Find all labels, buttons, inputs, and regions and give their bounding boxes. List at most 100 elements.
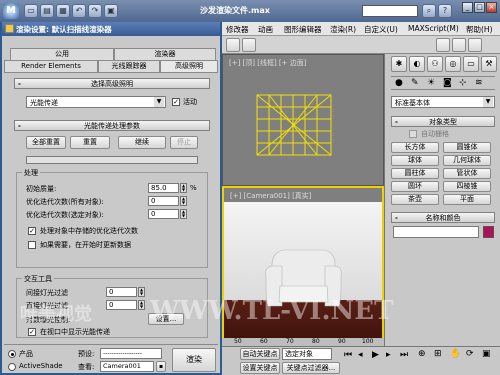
torus-button[interactable]: 圆环 [391,181,439,192]
zoom-all-icon[interactable]: ⊞ [434,349,442,359]
tab-render-elements[interactable]: Render Elements [4,60,98,72]
tab-raytracer[interactable]: 光线跟踪器 [98,60,160,72]
cone-button[interactable]: 圆锥体 [443,142,491,153]
redo-icon[interactable]: ↷ [88,4,102,18]
pan-icon[interactable]: ✋ [450,349,461,359]
cameras-icon[interactable]: ◙ [443,78,452,88]
tab-renderer[interactable]: 渲染器 [114,48,216,60]
maximize-icon[interactable]: □ [474,2,485,13]
new-file-icon[interactable]: ▭ [24,4,38,18]
active-checkbox[interactable]: ✓ [172,98,180,106]
menu-item-animation[interactable]: 动画 [258,24,273,35]
create-tab-icon[interactable]: ✱ [391,56,407,72]
hierarchy-tab-icon[interactable]: ⚇ [427,56,443,72]
refine-all-spinner[interactable]: 0 ▲ ▼ [148,196,188,206]
spinner-arrows-icon[interactable]: ▲ ▼ [180,183,187,193]
store-refine-checkbox[interactable]: ✓ [28,227,36,235]
utilities-tab-icon[interactable]: ⚒ [481,56,497,72]
menu-item-customize[interactable]: 自定义(U) [364,24,398,35]
tab-advanced-lighting[interactable]: 高级照明 [160,60,218,72]
indirect-filter-spinner[interactable]: 0 ▲ ▼ [106,287,146,297]
pyramid-button[interactable]: 四棱锥 [443,181,491,192]
stop-button[interactable]: 停止 [170,136,198,149]
spinner-arrows-icon[interactable]: ▲ ▼ [138,300,145,310]
shapes-icon[interactable]: ✎ [411,78,419,88]
sphere-button[interactable]: 球体 [391,155,439,166]
key-filters-button[interactable]: 关键点过滤器... [282,362,340,374]
display-in-viewport-checkbox[interactable]: ✓ [28,328,36,336]
direct-filter-spinner[interactable]: 0 ▲ ▼ [106,300,146,310]
geometry-icon[interactable]: ● [395,78,403,88]
render-frame-icon[interactable] [436,38,450,52]
previous-frame-icon[interactable]: ◂ [358,350,363,360]
go-to-end-icon[interactable]: ⏭ [400,350,408,360]
lock-icon[interactable]: ▪ [156,361,166,372]
spinner-arrows-icon[interactable]: ▲ ▼ [180,209,187,219]
project-folder-icon[interactable]: ▣ [104,4,118,18]
go-to-start-icon[interactable]: ⏮ [344,350,352,360]
menu-item-modifiers[interactable]: 修改器 [226,24,249,35]
menu-item-graph-editors[interactable]: 图形编辑器 [284,24,322,35]
viewport-label[interactable]: [+] [顶] [线框] [+ 边面] [229,58,306,68]
tab-common[interactable]: 公用 [10,48,114,60]
search-input[interactable] [362,5,418,17]
object-color-swatch[interactable] [483,226,494,238]
chevron-down-icon[interactable]: ▼ [154,97,164,107]
lights-icon[interactable]: ☀ [427,78,435,88]
name-color-rollout[interactable]: - 名称和颜色 [391,212,495,223]
geosphere-button[interactable]: 几何球体 [443,155,491,166]
product-radio[interactable] [8,350,16,358]
dialog-title-bar[interactable]: 渲染设置: 默认扫描线渲染器 [2,22,220,36]
render-setup-icon[interactable] [226,38,240,52]
menu-item-help[interactable]: 帮助(H) [466,24,493,35]
reset-button[interactable]: 重置 [70,136,110,149]
set-key-button[interactable]: 设置关键点 [240,362,280,374]
space-warps-icon[interactable]: ≋ [475,78,483,88]
chevron-down-icon[interactable]: ▼ [483,97,493,107]
orbit-icon[interactable]: ⟳ [466,349,474,359]
cylinder-button[interactable]: 圆柱体 [391,168,439,179]
quick-render-icon[interactable] [452,38,466,52]
refine-selected-spinner[interactable]: 0 ▲ ▼ [148,209,188,219]
save-file-icon[interactable]: ▦ [56,4,70,18]
key-mode-dropdown[interactable]: 选定对象 [282,348,332,360]
close-icon[interactable]: × [486,2,497,13]
spinner-arrows-icon[interactable]: ▲ ▼ [180,196,187,206]
preset-dropdown[interactable]: ------------------ [100,348,162,359]
plane-button[interactable]: 平面 [443,194,491,205]
object-name-input[interactable] [393,226,479,238]
open-file-icon[interactable]: ▤ [40,4,54,18]
search-icon[interactable]: ⌕ [422,4,436,18]
render-teapot-icon[interactable] [468,38,482,52]
reset-all-button[interactable]: 全部重置 [26,136,66,149]
select-advanced-lighting-rollout[interactable]: - 选择高级照明 [14,78,210,89]
modify-tab-icon[interactable]: ◐ [409,56,425,72]
menu-item-rendering[interactable]: 渲染(R) [330,24,356,35]
motion-tab-icon[interactable]: ◎ [445,56,461,72]
maximize-viewport-icon[interactable]: ▣ [482,349,491,359]
spinner-arrows-icon[interactable]: ▲ ▼ [138,287,145,297]
display-tab-icon[interactable]: ▭ [463,56,479,72]
object-type-rollout[interactable]: - 对象类型 [391,116,495,127]
help-icon[interactable]: ? [438,4,452,18]
tube-button[interactable]: 管状体 [443,168,491,179]
zoom-icon[interactable]: ⊕ [418,349,426,359]
undo-icon[interactable]: ↶ [72,4,86,18]
auto-key-button[interactable]: 自动关键点 [240,348,280,360]
menu-item-maxscript[interactable]: MAXScript(M) [408,24,459,33]
play-icon[interactable]: ▶ [372,350,379,360]
viewport-label[interactable]: [+] [Camera001] [真实] [230,191,312,201]
app-logo-icon[interactable]: M [3,3,19,19]
start-button[interactable]: 继续 [118,136,166,149]
material-editor-icon[interactable] [242,38,256,52]
view-dropdown[interactable]: Camera001 [100,361,154,372]
minimize-icon[interactable]: _ [462,2,473,13]
radiosity-processing-rollout[interactable]: - 光能传递处理参数 [14,120,210,131]
teapot-button[interactable]: 茶壶 [391,194,439,205]
activeshade-radio[interactable] [8,363,16,371]
next-frame-icon[interactable]: ▸ [386,350,391,360]
render-button[interactable]: 渲染 [172,348,216,372]
box-button[interactable]: 长方体 [391,142,439,153]
category-dropdown[interactable]: 标准基本体 ▼ [391,96,495,108]
timeline[interactable]: 50 60 70 80 90 100 [222,338,384,346]
